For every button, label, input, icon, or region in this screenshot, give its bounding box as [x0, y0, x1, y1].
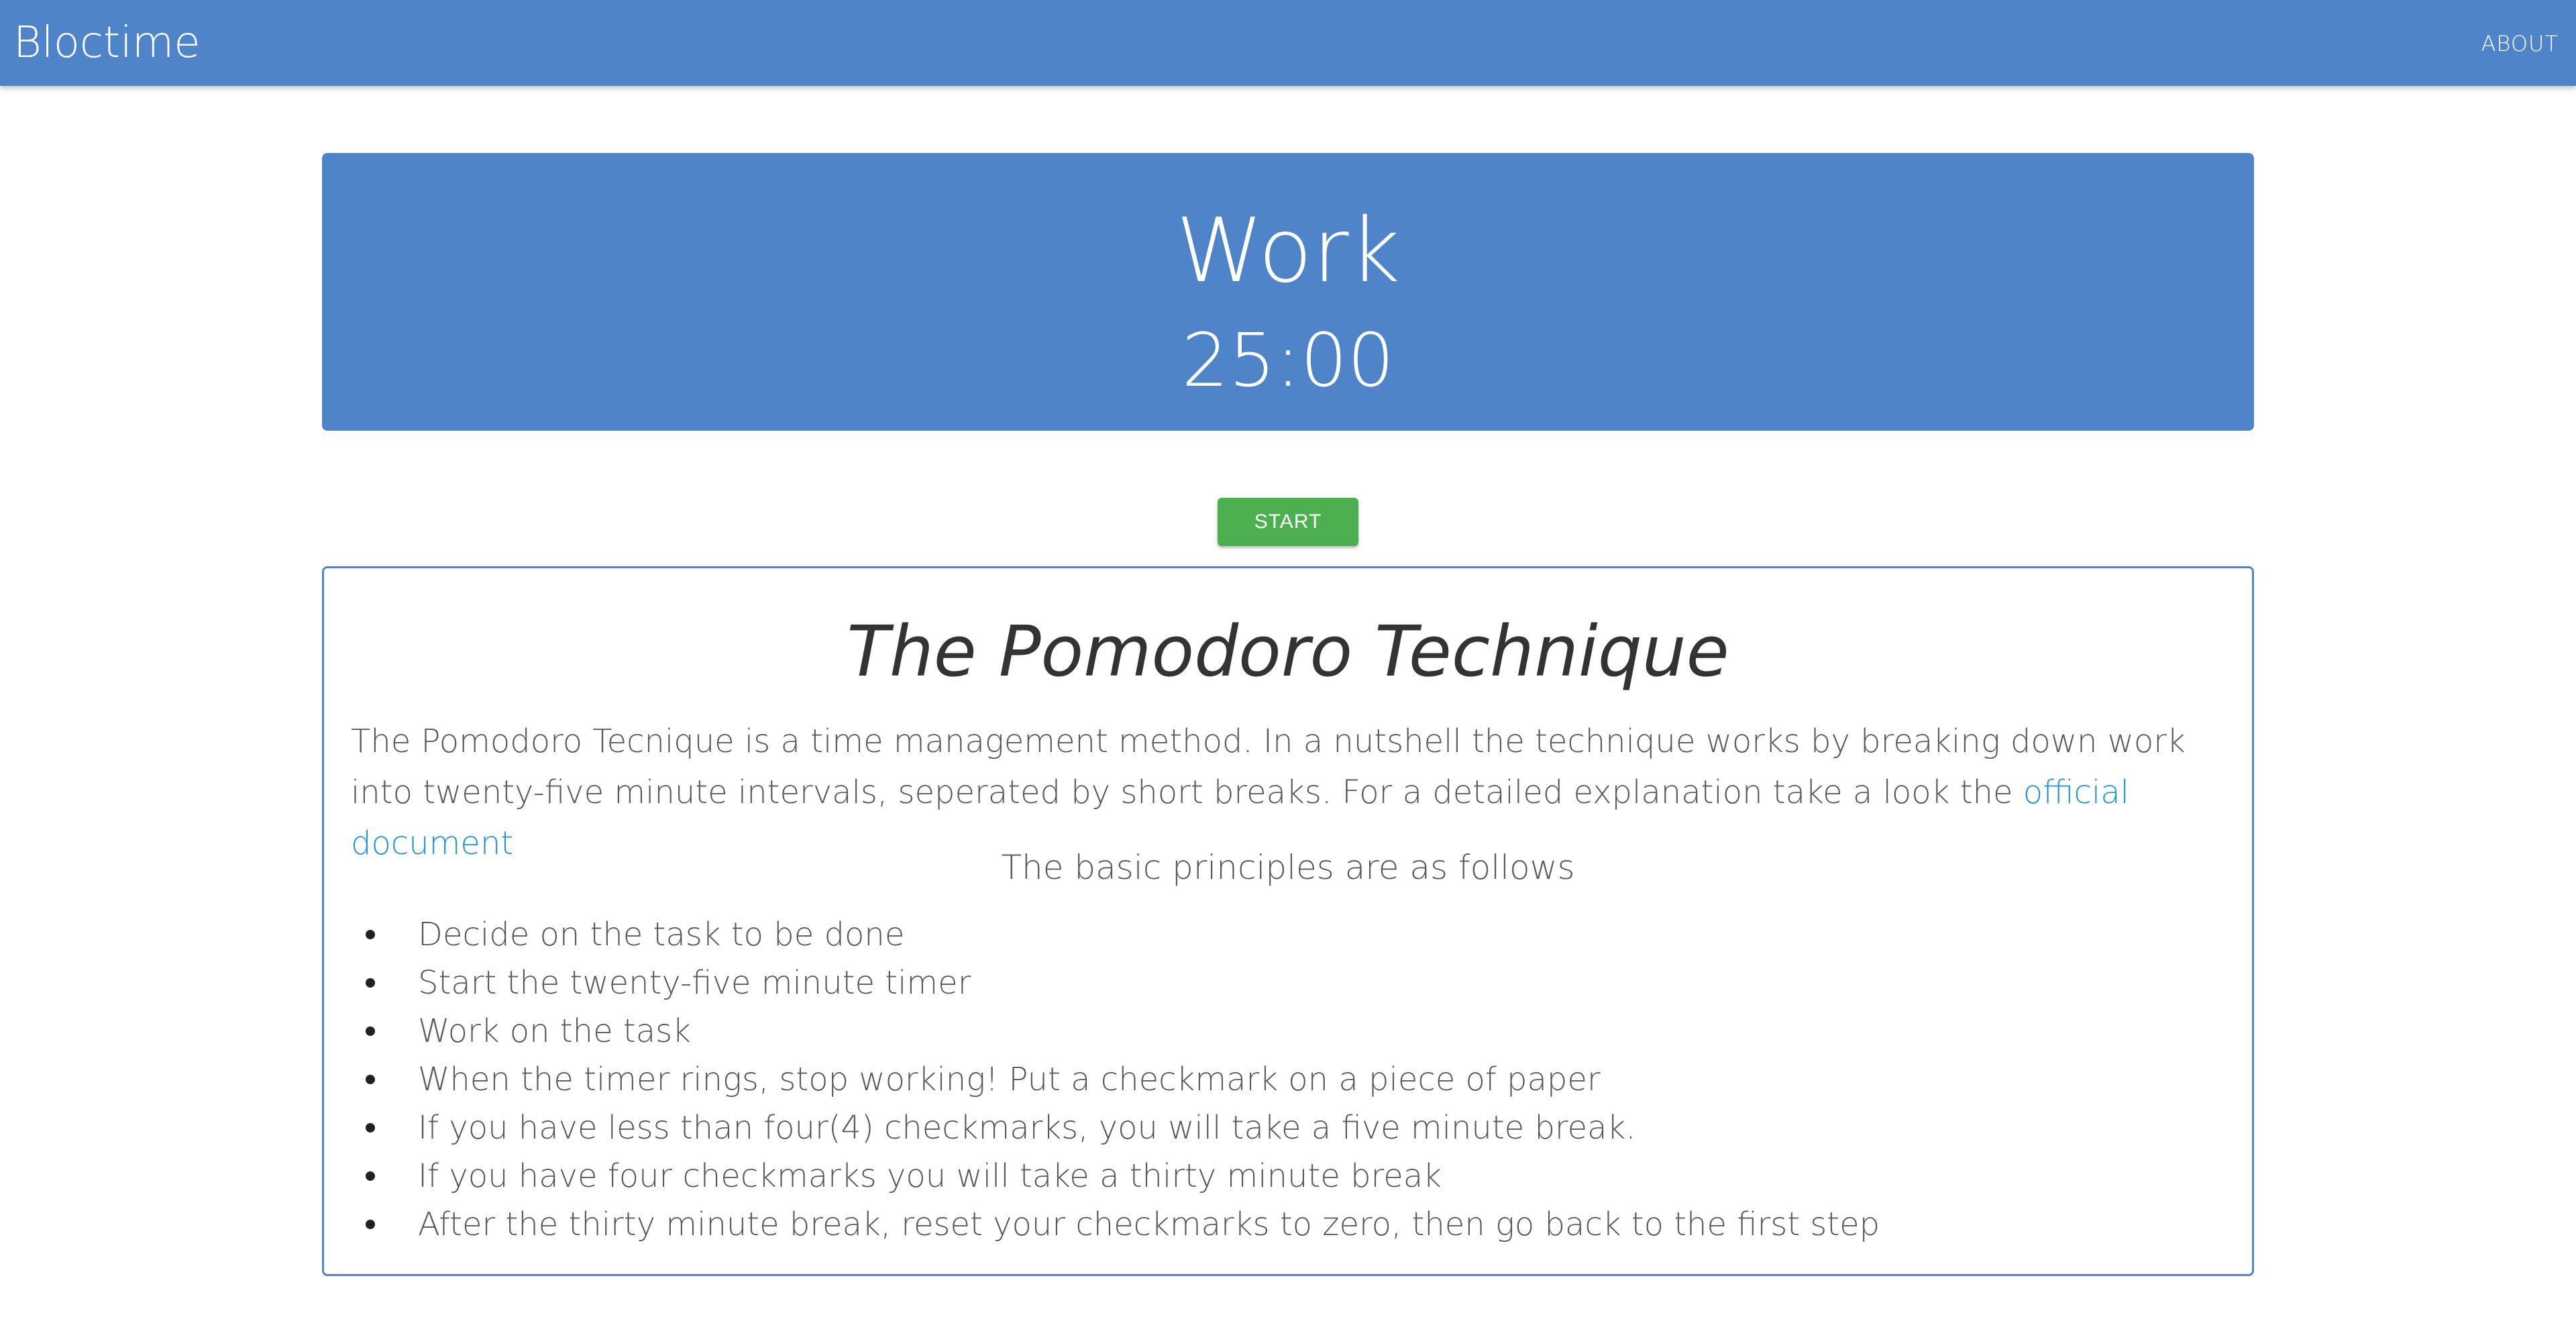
brand-link[interactable]: Bloctime [13, 17, 201, 68]
session-label: Work [1175, 199, 1401, 303]
bullet-icon [366, 1220, 375, 1229]
principles-list: Decide on the task to be done Start the … [351, 910, 1880, 1249]
bullet-icon [366, 930, 375, 939]
principle-text: When the timer rings, stop working! Put … [418, 1061, 1601, 1098]
bullet-icon [366, 1123, 375, 1132]
principle-item: Start the twenty-five minute timer [351, 959, 1880, 1007]
principle-item: Work on the task [351, 1007, 1880, 1055]
bullet-icon [366, 1075, 375, 1084]
timer-display: 25:00 [1181, 317, 1395, 403]
timer-panel: Work 25:00 [322, 153, 2254, 431]
principle-item: When the timer rings, stop working! Put … [351, 1055, 1880, 1104]
principle-text: If you have less than four(4) checkmarks… [418, 1109, 1636, 1147]
start-button[interactable]: START [1218, 498, 1358, 546]
principle-item: If you have less than four(4) checkmarks… [351, 1104, 1880, 1152]
principle-text: If you have four checkmarks you will tak… [418, 1157, 1442, 1195]
principle-text: Work on the task [418, 1012, 691, 1050]
principle-text: After the thirty minute break, reset you… [418, 1206, 1880, 1243]
principle-item: After the thirty minute break, reset you… [351, 1200, 1880, 1249]
principle-item: If you have four checkmarks you will tak… [351, 1152, 1880, 1200]
principle-text: Start the twenty-five minute timer [418, 964, 971, 1002]
intro-text: The Pomodoro Tecnique is a time manageme… [351, 723, 2186, 811]
bullet-icon [366, 978, 375, 988]
pomodoro-info-card: The Pomodoro Technique The Pomodoro Tecn… [322, 566, 2254, 1276]
about-link[interactable]: ABOUT [2481, 31, 2559, 56]
principles-heading: The basic principles are as follows [1001, 848, 1575, 887]
bullet-icon [366, 1026, 375, 1036]
info-title: The Pomodoro Technique [847, 611, 1729, 692]
principle-text: Decide on the task to be done [418, 916, 905, 953]
top-navbar: Bloctime ABOUT [0, 0, 2576, 86]
bullet-icon [366, 1171, 375, 1181]
principle-item: Decide on the task to be done [351, 910, 1880, 959]
intro-paragraph: The Pomodoro Tecnique is a time manageme… [351, 716, 2225, 869]
